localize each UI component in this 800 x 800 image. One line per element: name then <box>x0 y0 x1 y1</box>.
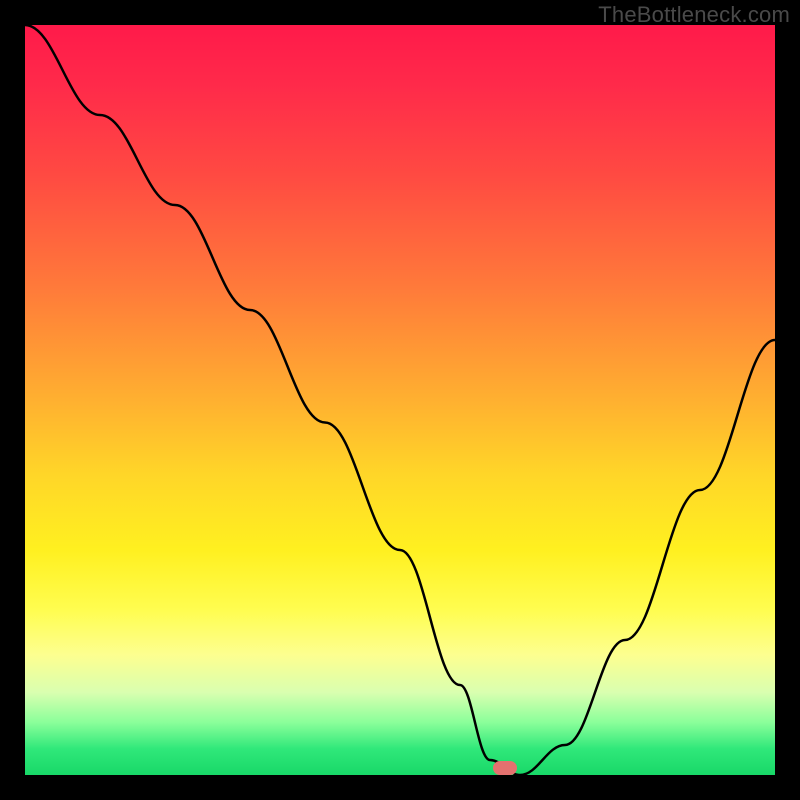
plot-area <box>25 25 775 775</box>
optimal-point-marker <box>493 761 517 775</box>
chart-frame: TheBottleneck.com <box>0 0 800 800</box>
bottleneck-curve <box>25 25 775 775</box>
